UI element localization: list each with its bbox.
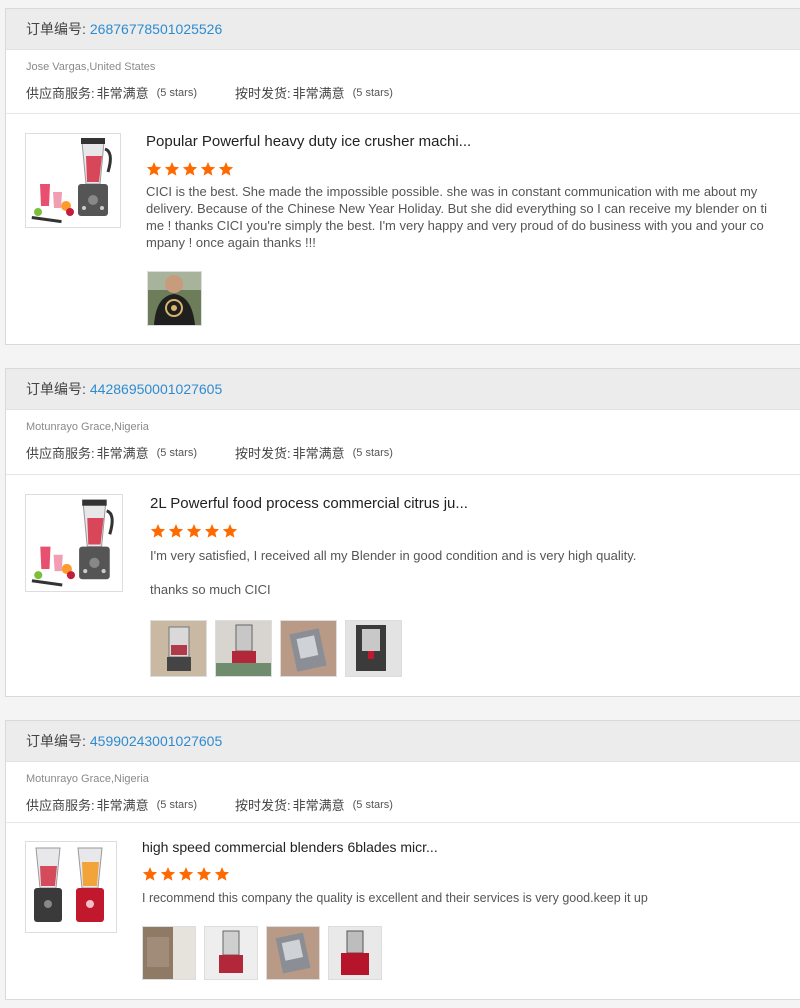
- order-number-link[interactable]: 45990243001027605: [90, 733, 222, 749]
- product-title-link[interactable]: Popular Powerful heavy duty ice crusher …: [146, 133, 784, 150]
- shipping-label: 按时发货:: [234, 86, 291, 101]
- service-label: 供应商服务:: [26, 446, 95, 461]
- order-number-label: 订单编号:: [26, 21, 86, 37]
- product-title-link[interactable]: high speed commercial blenders 6blades m…: [142, 839, 784, 855]
- review-photo[interactable]: [266, 926, 320, 980]
- review-text: CICI is the best. She made the impossibl…: [146, 183, 784, 251]
- service-stars: (5 stars): [156, 446, 197, 459]
- star-icon: [160, 867, 176, 881]
- review-photo[interactable]: [150, 620, 207, 677]
- order-header: 订单编号: 45990243001027605: [6, 721, 800, 762]
- buyer-name: Motunrayo Grace,Nigeria: [26, 421, 149, 433]
- review-paragraph: thanks so much CICI: [150, 582, 271, 597]
- service-value: 非常满意: [96, 798, 149, 813]
- review-paragraph: CICI is the best. She made the impossibl…: [146, 184, 767, 250]
- star-icon: [214, 867, 230, 881]
- rating-stars: [150, 523, 784, 539]
- order-header: 订单编号: 44286950001027605: [6, 369, 800, 410]
- star-icon: [164, 162, 180, 176]
- shipping-value: 非常满意: [292, 446, 345, 461]
- seller-ratings: 供应商服务: 非常满意 (5 stars) 按时发货: 非常满意 (5 star…: [26, 795, 784, 814]
- order-number-label: 订单编号:: [26, 381, 86, 397]
- product-thumbnail[interactable]: [25, 133, 121, 228]
- star-icon: [196, 867, 212, 881]
- service-stars: (5 stars): [156, 798, 197, 811]
- divider: [6, 474, 800, 475]
- product-thumbnail[interactable]: [25, 841, 117, 933]
- star-icon: [200, 162, 216, 176]
- shipping-stars: (5 stars): [352, 798, 393, 811]
- shipping-stars: (5 stars): [352, 86, 393, 99]
- order-card: 订单编号: 44286950001027605 Motunrayo Grace,…: [5, 368, 800, 697]
- review-photo[interactable]: [204, 926, 258, 980]
- review-photo[interactable]: [147, 271, 202, 326]
- review-text: I'm very satisfied, I received all my Bl…: [150, 547, 784, 598]
- product-thumbnail[interactable]: [25, 494, 123, 592]
- review-paragraph: I'm very satisfied, I received all my Bl…: [150, 548, 637, 563]
- review-photo[interactable]: [345, 620, 402, 677]
- service-value: 非常满意: [96, 86, 149, 101]
- shipping-stars: (5 stars): [352, 446, 393, 459]
- rating-stars: [146, 161, 784, 177]
- divider: [6, 113, 800, 114]
- order-number-link[interactable]: 44286950001027605: [90, 381, 222, 397]
- review-photo[interactable]: [142, 926, 196, 980]
- star-icon: [146, 162, 162, 176]
- service-label: 供应商服务:: [26, 798, 95, 813]
- review-photo[interactable]: [328, 926, 382, 980]
- star-icon: [186, 524, 202, 538]
- star-icon: [150, 524, 166, 538]
- review-text: I recommend this company the quality is …: [142, 890, 784, 907]
- shipping-label: 按时发货:: [234, 798, 291, 813]
- order-header: 订单编号: 26876778501025526: [6, 9, 800, 50]
- rating-stars: [142, 866, 784, 882]
- seller-ratings: 供应商服务: 非常满意 (5 stars) 按时发货: 非常满意 (5 star…: [26, 443, 784, 462]
- product-title-link[interactable]: 2L Powerful food process commercial citr…: [150, 495, 784, 512]
- shipping-label: 按时发货:: [234, 446, 291, 461]
- review-photo[interactable]: [215, 620, 272, 677]
- seller-ratings: 供应商服务: 非常满意 (5 stars) 按时发货: 非常满意 (5 star…: [26, 83, 784, 102]
- review-photo[interactable]: [280, 620, 337, 677]
- shipping-value: 非常满意: [292, 86, 345, 101]
- star-icon: [178, 867, 194, 881]
- star-icon: [218, 162, 234, 176]
- review-paragraph: I recommend this company the quality is …: [142, 891, 648, 905]
- service-value: 非常满意: [96, 446, 149, 461]
- star-icon: [168, 524, 184, 538]
- service-label: 供应商服务:: [26, 86, 95, 101]
- shipping-value: 非常满意: [292, 798, 345, 813]
- divider: [6, 822, 800, 823]
- star-icon: [222, 524, 238, 538]
- order-number-label: 订单编号:: [26, 733, 86, 749]
- order-number-link[interactable]: 26876778501025526: [90, 21, 222, 37]
- order-card: 订单编号: 26876778501025526 Jose Vargas,Unit…: [5, 8, 800, 345]
- buyer-name: Motunrayo Grace,Nigeria: [26, 773, 149, 785]
- star-icon: [182, 162, 198, 176]
- service-stars: (5 stars): [156, 86, 197, 99]
- buyer-name: Jose Vargas,United States: [26, 61, 156, 73]
- order-card: 订单编号: 45990243001027605 Motunrayo Grace,…: [5, 720, 800, 1000]
- star-icon: [142, 867, 158, 881]
- star-icon: [204, 524, 220, 538]
